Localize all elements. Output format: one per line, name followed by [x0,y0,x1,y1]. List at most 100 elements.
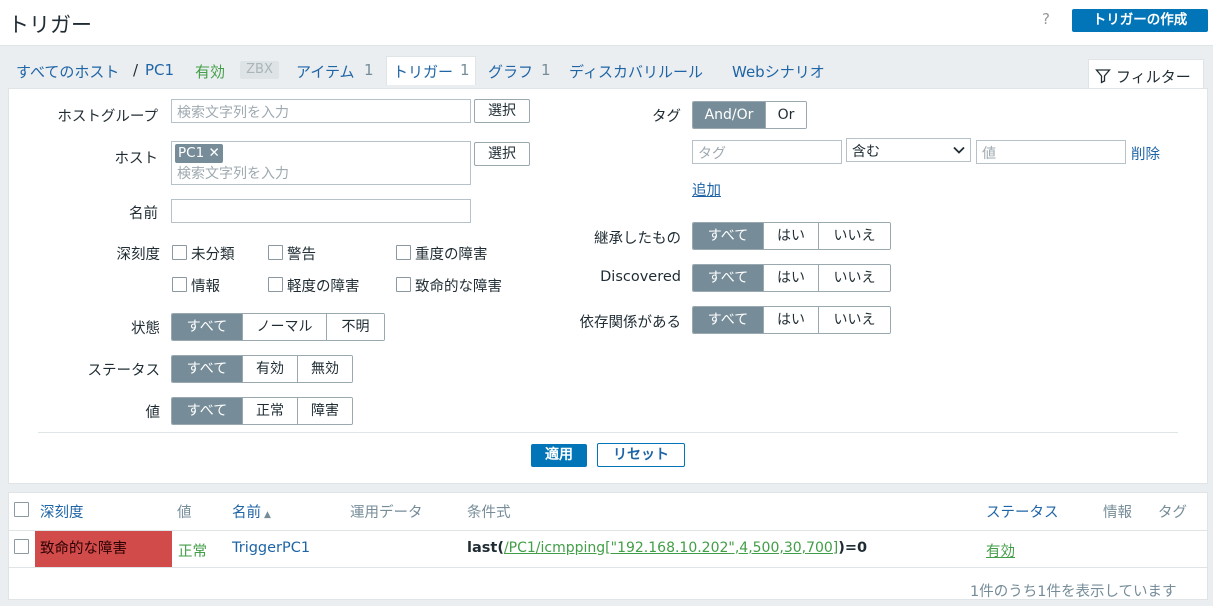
discovered-option-yes[interactable]: はい [764,265,819,291]
tag-add-link[interactable]: 追加 [692,179,721,200]
reset-button[interactable]: リセット [597,443,685,467]
status-option-disabled[interactable]: 無効 [298,356,352,382]
host-input-placeholder: 検索文字列を入力 [177,166,289,182]
value-option-all[interactable]: すべて [172,398,243,424]
tab-web[interactable]: Webシナリオ [732,61,825,82]
inherited-segmented: すべて はい いいえ [692,222,891,250]
help-icon[interactable]: ? [1042,10,1050,28]
dependencies-segmented: すべて はい いいえ [692,306,891,334]
sort-asc-icon: ▲ [264,510,271,520]
value-cell: 正常 [178,544,207,560]
host-status[interactable]: 有効 [195,61,225,82]
expression-cell: last(/PC1/icmpping["192.168.10.202",4,50… [467,540,867,556]
tab-graphs[interactable]: グラフ [488,61,533,82]
severity-checkbox[interactable] [172,277,187,292]
severity-label: 深刻度 [116,247,161,263]
inherited-option-yes[interactable]: はい [764,223,819,249]
items-count: 1 [364,61,374,79]
name-label: 名前 [129,206,158,222]
state-segmented: すべて ノーマル 不明 [171,313,385,341]
tag-name-input[interactable]: タグ [692,140,842,164]
host-group-label: ホストグループ [57,109,158,125]
dependencies-label: 依存関係がある [579,315,682,331]
status-option-enabled[interactable]: 有効 [243,356,298,382]
tab-triggers[interactable]: トリガー [393,61,453,82]
dependencies-option-yes[interactable]: はい [764,307,819,333]
expression-close: )=0 [838,540,868,556]
severity-checkbox[interactable] [396,245,411,260]
host-label: ホスト [114,151,159,167]
tag-mode-segmented: And/Or Or [692,101,807,129]
header-divider [9,530,1207,531]
page-header [0,0,1213,46]
discovered-option-all[interactable]: すべて [693,265,764,291]
row-checkbox[interactable] [14,539,29,554]
discovered-option-no[interactable]: いいえ [819,265,890,291]
discovered-label: Discovered [600,269,681,285]
host-group-input[interactable]: 検索文字列を入力 [171,99,471,123]
dependencies-option-all[interactable]: すべて [693,307,764,333]
apply-button[interactable]: 適用 [531,444,587,467]
row-divider [9,567,1207,568]
severity-checkbox[interactable] [172,245,187,260]
create-trigger-button[interactable]: トリガーの作成 [1072,9,1208,32]
triggers-count: 1 [460,61,470,79]
inherited-label: 継承したもの [594,231,681,247]
expression-open: ( [497,540,504,556]
state-option-all[interactable]: すべて [172,314,243,340]
severity-option: 重度の障害 [415,247,488,263]
column-header-opdata: 運用データ [350,505,423,521]
column-header-name-label: 名前 [232,505,261,521]
status-option-all[interactable]: すべて [172,356,243,382]
inherited-option-no[interactable]: いいえ [819,223,890,249]
tag-value-input[interactable]: 値 [976,140,1126,164]
tag-mode-or[interactable]: Or [766,102,806,128]
column-header-name[interactable]: 名前 ▲ [232,501,271,522]
select-all-checkbox[interactable] [14,502,29,517]
tag-mode-andor[interactable]: And/Or [693,102,766,128]
state-label: 状態 [131,321,160,337]
status-link[interactable]: 有効 [986,540,1015,561]
host-chip[interactable]: PC1 ✕ [175,144,223,163]
breadcrumb-host[interactable]: PC1 [145,61,174,79]
value-option-problem[interactable]: 障害 [298,398,352,424]
severity-option: 警告 [287,247,316,263]
severity-option: 軽度の障害 [287,279,360,295]
tag-operator-select[interactable]: 含む [846,138,971,162]
trigger-name-link[interactable]: TriggerPC1 [232,540,310,556]
breadcrumb-all-hosts[interactable]: すべてのホスト [16,61,119,82]
column-header-severity[interactable]: 深刻度 [40,501,84,522]
column-header-status[interactable]: ステータス [986,501,1059,522]
tag-remove-link[interactable]: 削除 [1131,143,1160,164]
host-select-button[interactable]: 選択 [474,142,530,166]
state-option-normal[interactable]: ノーマル [243,314,327,340]
name-input[interactable] [171,199,471,223]
chevron-down-icon [953,146,965,154]
severity-option: 致命的な障害 [415,279,502,295]
zbx-availability-badge: ZBX [240,61,279,79]
severity-checkbox[interactable] [396,277,411,292]
graphs-count: 1 [541,61,551,79]
severity-option: 情報 [191,279,220,295]
value-label: 値 [145,405,161,421]
tab-discovery[interactable]: ディスカバリルール [569,61,703,82]
filter-icon [1095,69,1111,84]
tab-items[interactable]: アイテム [296,61,355,82]
host-group-select-button[interactable]: 選択 [474,99,530,123]
value-option-ok[interactable]: 正常 [243,398,298,424]
status-label: ステータス [87,363,161,379]
close-icon[interactable]: ✕ [208,145,219,161]
host-input[interactable]: PC1 ✕ 検索文字列を入力 [171,141,471,185]
severity-checkbox[interactable] [268,245,283,260]
dependencies-option-no[interactable]: いいえ [819,307,890,333]
severity-checkbox[interactable] [268,277,283,292]
column-header-value: 値 [177,505,192,521]
state-option-unknown[interactable]: 不明 [327,314,384,340]
tag-label: タグ [652,109,681,125]
host-chip-label: PC1 [178,145,205,161]
status-segmented: すべて 有効 無効 [171,355,353,383]
column-header-tags: タグ [1158,505,1187,521]
breadcrumb-separator: / [133,61,139,79]
inherited-option-all[interactable]: すべて [693,223,764,249]
expression-item-link[interactable]: /PC1/icmpping["192.168.10.202",4,500,30,… [504,540,838,556]
